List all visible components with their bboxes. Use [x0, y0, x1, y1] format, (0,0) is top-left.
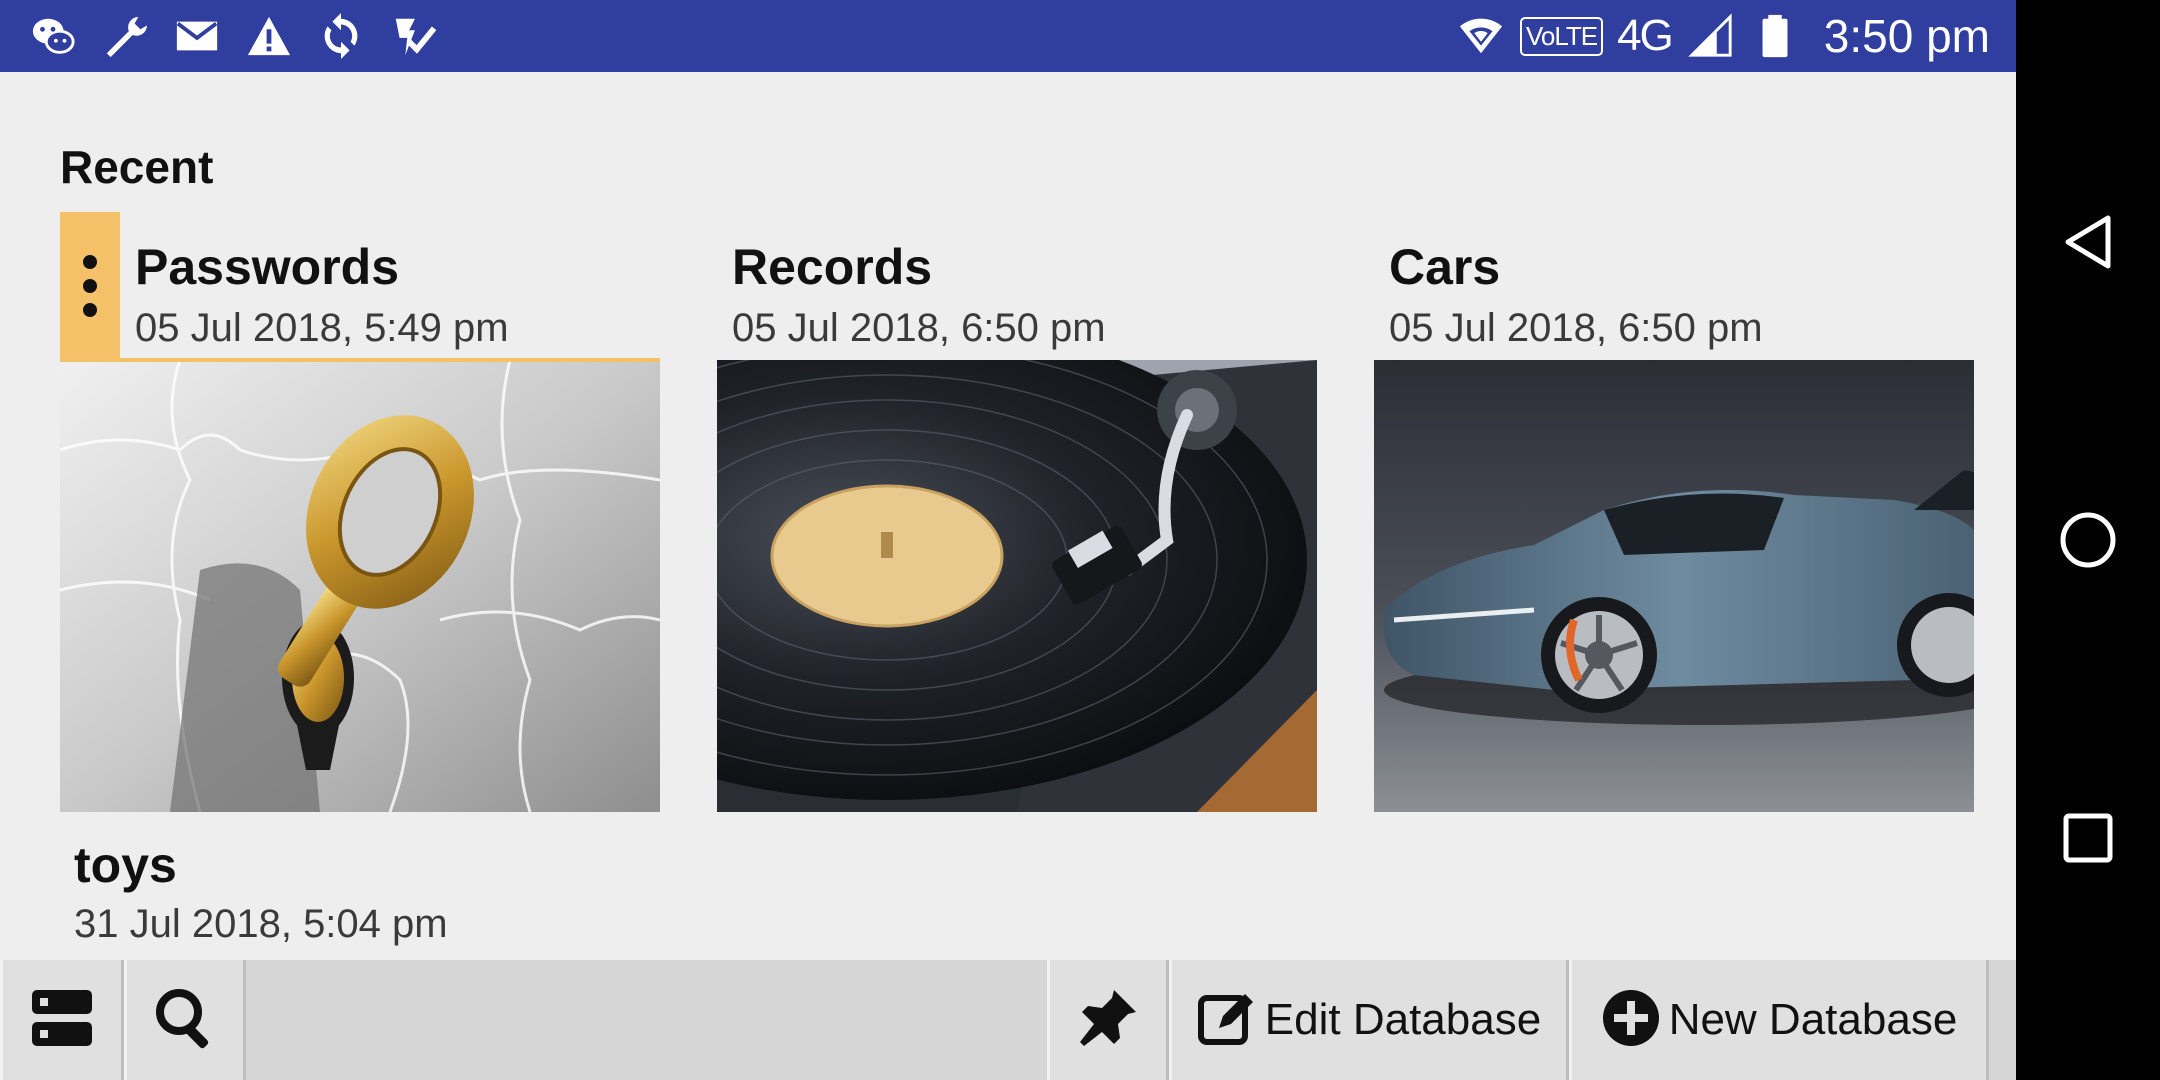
bottom-toolbar: Edit Database New Database — [0, 960, 2016, 1080]
selection-indicator — [60, 358, 660, 362]
database-list[interactable]: Recent Passwords 05 Jul 2018, 5:49 pm Re… — [0, 72, 2016, 960]
tasks-icon — [388, 11, 438, 61]
database-card-records[interactable]: Records 05 Jul 2018, 6:50 pm — [717, 212, 1317, 812]
volte-indicator: VoLTE — [1519, 16, 1604, 56]
recents-icon[interactable] — [2056, 806, 2120, 870]
wechat-icon — [28, 11, 78, 61]
network-type: 4G — [1617, 11, 1674, 60]
database-card-cars[interactable]: Cars 05 Jul 2018, 6:50 pm — [1374, 212, 1974, 812]
pin-button[interactable] — [1047, 960, 1169, 1080]
status-bar: VoLTE 4G 3:50 pm — [0, 0, 2016, 72]
database-thumbnail-key[interactable] — [60, 360, 660, 812]
database-list-icon — [30, 988, 94, 1053]
database-card-passwords[interactable]: Passwords 05 Jul 2018, 5:49 pm — [60, 212, 660, 812]
section-title: Recent — [60, 141, 214, 193]
database-date: 05 Jul 2018, 5:49 pm — [135, 306, 509, 350]
new-database-label: New Database — [1668, 995, 1958, 1044]
database-name: Cars — [1389, 239, 1501, 295]
add-circle-icon — [1601, 988, 1661, 1053]
database-thumbnail-car[interactable] — [1374, 360, 1974, 812]
system-status: VoLTE 4G 3:50 pm — [1456, 10, 1990, 62]
pin-icon — [1076, 986, 1140, 1055]
database-date: 05 Jul 2018, 6:50 pm — [732, 306, 1106, 350]
navigation-bar — [2016, 0, 2160, 1080]
database-name: Passwords — [135, 239, 400, 295]
new-database-button[interactable]: New Database — [1569, 960, 1989, 1080]
home-icon[interactable] — [2056, 508, 2120, 572]
signal-icon — [1686, 11, 1736, 61]
mail-icon — [172, 11, 222, 61]
wifi-icon — [1456, 11, 1506, 61]
more-options-icon[interactable] — [60, 212, 120, 360]
database-thumbnail-turntable[interactable] — [717, 360, 1317, 812]
sync-icon — [316, 11, 366, 61]
database-date: 05 Jul 2018, 6:50 pm — [1389, 306, 1763, 350]
edit-database-label: Edit Database — [1264, 995, 1542, 1044]
battery-icon — [1750, 11, 1800, 61]
search-icon — [153, 986, 217, 1055]
warning-icon — [244, 11, 294, 61]
database-name-toys[interactable]: toys — [74, 836, 177, 894]
database-list-button[interactable] — [0, 960, 124, 1080]
database-date-toys: 31 Jul 2018, 5:04 pm — [74, 902, 448, 946]
search-button[interactable] — [124, 960, 246, 1080]
notification-icons — [28, 10, 438, 62]
back-icon[interactable] — [2056, 210, 2120, 274]
clock: 3:50 pm — [1823, 10, 1990, 62]
edit-icon — [1197, 988, 1257, 1053]
database-name: Records — [732, 239, 933, 295]
edit-database-button[interactable]: Edit Database — [1169, 960, 1569, 1080]
wrench-icon — [100, 11, 150, 61]
